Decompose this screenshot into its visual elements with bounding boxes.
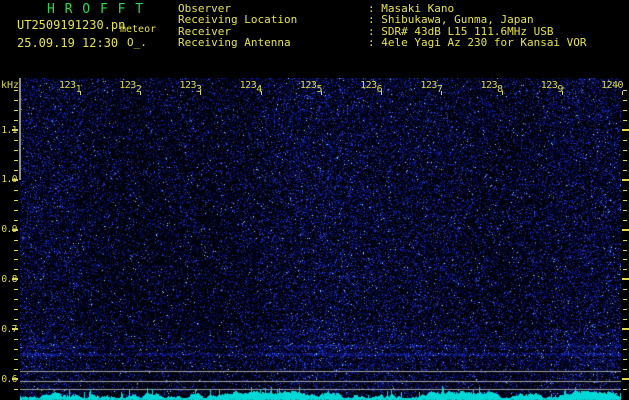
axis-tick — [622, 91, 623, 95]
axis-tick — [12, 328, 18, 331]
axis-tick — [14, 389, 18, 390]
axis-tick — [14, 359, 18, 360]
axis-tick — [623, 240, 627, 241]
spectrogram-canvas — [20, 78, 621, 400]
time-tick-label: 1239 — [540, 80, 564, 95]
axis-tick — [623, 250, 627, 251]
axis-tick — [14, 269, 18, 270]
axis-tick — [14, 220, 18, 221]
axis-tick — [623, 319, 627, 320]
axis-tick — [14, 160, 18, 161]
info-value: 4ele Yagi Az 230 for Kansai VOR — [381, 36, 587, 50]
axis-tick — [14, 120, 18, 121]
app-title: H R O F F T — [47, 2, 145, 17]
time-tick-label: 1234 — [239, 80, 263, 95]
axis-tick — [623, 120, 627, 121]
axis-tick — [623, 100, 627, 101]
start-marker-line — [19, 78, 21, 180]
axis-tick — [623, 220, 627, 221]
capture-datetime-suffix: O_. — [127, 36, 147, 49]
axis-tick — [14, 349, 18, 350]
axis-tick — [14, 140, 18, 141]
axis-tick — [623, 200, 627, 201]
axis-tick — [14, 200, 18, 201]
axis-tick — [623, 289, 627, 290]
axis-tick — [622, 178, 629, 181]
time-tick-label: 1237 — [420, 80, 443, 95]
axis-tick — [14, 150, 18, 151]
axis-tick — [623, 369, 627, 370]
axis-tick — [14, 240, 18, 241]
axis-tick — [623, 140, 627, 141]
capture-datetime: 25.09.19 12:30 — [17, 36, 119, 50]
time-tick-label: 1236 — [360, 80, 383, 95]
axis-tick — [14, 250, 18, 251]
time-tick-label: 1232 — [119, 80, 142, 95]
axis-tick — [623, 269, 627, 270]
axis-tick — [14, 190, 18, 191]
axis-tick — [14, 369, 18, 370]
axis-tick — [623, 170, 627, 171]
axis-tick — [623, 210, 627, 211]
axis-tick — [14, 110, 18, 111]
axis-tick — [622, 378, 629, 380]
axis-tick — [623, 299, 627, 300]
info-separator: : — [368, 36, 382, 50]
axis-tick — [14, 210, 18, 211]
axis-tick — [623, 309, 627, 310]
axis-tick — [12, 129, 18, 131]
axis-tick — [623, 160, 627, 161]
axis-tick — [14, 259, 18, 260]
axis-tick — [623, 339, 627, 340]
hrofft-page: H R O F F T UT2509191230.pn m̈eteor 25.0… — [0, 0, 629, 400]
axis-tick — [14, 299, 18, 300]
time-tick-label: 1235 — [299, 80, 323, 95]
header-info: Observer: Masaki Kano Receiving Location:… — [178, 3, 587, 49]
meteor-note: m̈eteor — [120, 24, 157, 35]
axis-tick — [14, 309, 18, 310]
axis-tick — [623, 190, 627, 191]
axis-tick — [12, 378, 18, 380]
axis-tick — [14, 319, 18, 320]
axis-tick — [14, 100, 18, 101]
axis-tick — [14, 339, 18, 340]
time-tick-label: 1238 — [480, 80, 504, 95]
axis-tick — [12, 278, 18, 281]
axis-tick — [623, 259, 627, 260]
axis-tick — [623, 389, 627, 390]
time-tick-label: 1233 — [179, 80, 202, 95]
axis-tick — [622, 228, 629, 231]
axis-tick — [622, 278, 629, 281]
axis-tick — [623, 110, 627, 111]
axis-tick — [623, 359, 627, 360]
axis-tick — [14, 90, 18, 91]
info-label: Receiving Antenna — [178, 36, 291, 50]
axis-tick — [12, 228, 18, 231]
axis-tick — [622, 328, 629, 331]
time-tick-label: 1240 — [600, 80, 624, 91]
time-tick-label: 1231 — [59, 80, 82, 95]
axis-tick — [623, 349, 627, 350]
axis-tick — [622, 129, 629, 131]
axis-tick — [14, 170, 18, 171]
info-row: Receiving Antenna: 4ele Yagi Az 230 for … — [178, 36, 587, 50]
axis-tick — [14, 289, 18, 290]
axis-tick — [12, 178, 18, 181]
capture-filename: UT2509191230.pn — [17, 18, 126, 32]
axis-tick — [623, 150, 627, 151]
